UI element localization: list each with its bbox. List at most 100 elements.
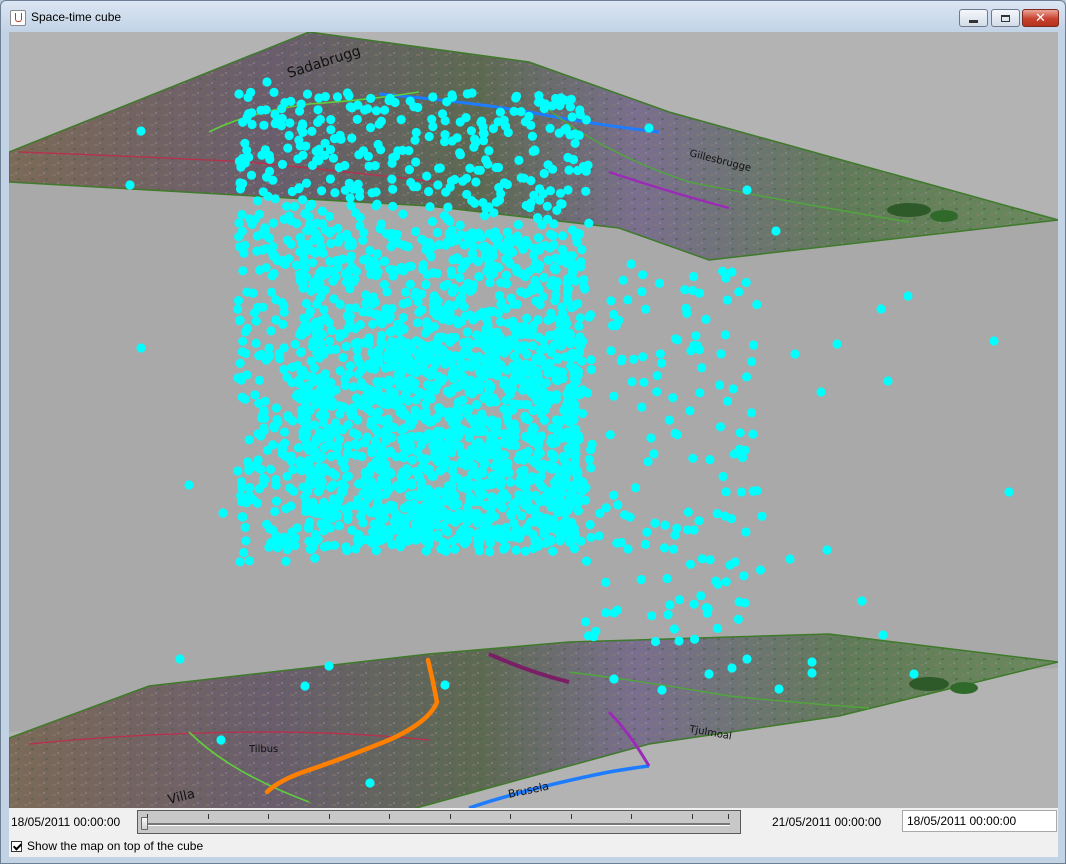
event-point xyxy=(390,361,400,371)
event-point xyxy=(274,538,284,548)
event-point xyxy=(411,127,421,138)
event-point xyxy=(417,289,427,299)
event-point xyxy=(474,272,484,282)
event-point xyxy=(267,271,277,281)
event-point xyxy=(413,318,423,328)
event-point xyxy=(344,91,354,101)
event-point xyxy=(474,437,484,447)
event-point xyxy=(543,255,553,265)
event-point xyxy=(251,338,261,348)
event-point xyxy=(347,525,357,535)
event-point xyxy=(570,276,580,286)
event-point xyxy=(551,283,561,293)
minimize-button[interactable] xyxy=(959,9,988,27)
event-point xyxy=(545,123,555,133)
event-point xyxy=(533,315,543,325)
event-point xyxy=(422,171,432,181)
event-point xyxy=(627,377,637,387)
event-point xyxy=(257,413,267,423)
event-point xyxy=(652,371,662,381)
event-point xyxy=(368,292,378,302)
event-point xyxy=(388,153,398,163)
event-point xyxy=(580,284,590,294)
event-point xyxy=(434,163,444,173)
event-point xyxy=(287,362,297,372)
event-point xyxy=(807,668,817,678)
slider-tick xyxy=(692,814,693,819)
title-bar[interactable]: Space-time cube ✕ xyxy=(1,1,1065,33)
event-point xyxy=(284,130,294,141)
event-point xyxy=(289,201,299,212)
event-point xyxy=(586,364,596,375)
event-point xyxy=(572,352,582,362)
event-point xyxy=(464,349,474,360)
event-point xyxy=(740,598,750,608)
event-point xyxy=(456,230,466,240)
time-slider[interactable] xyxy=(137,810,741,834)
event-point xyxy=(355,320,365,330)
event-point xyxy=(579,275,589,285)
event-point xyxy=(376,316,386,326)
event-point xyxy=(271,480,281,490)
event-point xyxy=(389,237,400,247)
event-point xyxy=(660,520,670,530)
event-point xyxy=(237,483,247,493)
event-point xyxy=(261,263,271,273)
event-point xyxy=(542,201,552,211)
event-point xyxy=(479,393,489,403)
event-point xyxy=(453,413,464,423)
event-point xyxy=(473,531,483,541)
event-point xyxy=(292,523,302,533)
event-point xyxy=(250,390,260,400)
event-point xyxy=(453,319,463,329)
event-point xyxy=(418,264,428,274)
current-time-field[interactable] xyxy=(902,810,1057,832)
event-point xyxy=(618,275,628,285)
time-slider-thumb[interactable] xyxy=(141,817,148,830)
event-point xyxy=(333,223,343,233)
event-point xyxy=(511,545,521,555)
maximize-button[interactable] xyxy=(991,9,1020,27)
event-point xyxy=(371,260,381,270)
event-point xyxy=(235,557,245,567)
event-point xyxy=(528,341,538,351)
event-point xyxy=(637,287,647,297)
event-point xyxy=(736,487,747,497)
event-point xyxy=(335,332,345,342)
event-point xyxy=(746,408,757,418)
event-point xyxy=(431,442,441,452)
event-point xyxy=(340,380,350,391)
event-point xyxy=(989,336,999,346)
event-point xyxy=(533,441,543,451)
event-point xyxy=(685,559,696,569)
event-point xyxy=(238,336,248,346)
cube-view[interactable]: Sadabrugg Gillesbrugge Villa Brusela Til… xyxy=(9,32,1058,808)
event-point xyxy=(319,443,330,453)
event-point xyxy=(606,296,616,306)
event-point xyxy=(237,512,247,522)
event-point xyxy=(416,440,426,450)
event-point xyxy=(237,347,247,357)
space-time-cube-canvas[interactable]: Sadabrugg Gillesbrugge Villa Brusela Til… xyxy=(9,32,1058,808)
event-point xyxy=(370,436,381,446)
event-point xyxy=(586,355,596,365)
show-map-checkbox[interactable] xyxy=(11,840,22,852)
event-point xyxy=(412,432,422,442)
event-point xyxy=(374,119,384,129)
event-point xyxy=(325,336,335,346)
event-point xyxy=(352,535,362,545)
event-point xyxy=(452,253,462,263)
event-point xyxy=(560,352,571,362)
close-button[interactable]: ✕ xyxy=(1022,9,1059,27)
event-point xyxy=(395,395,406,405)
event-point xyxy=(476,232,486,242)
event-point xyxy=(534,245,545,255)
event-point xyxy=(556,374,566,384)
event-point xyxy=(552,352,562,362)
event-point xyxy=(345,361,355,371)
event-point xyxy=(688,453,698,463)
event-point xyxy=(601,608,611,618)
show-map-checkbox-row[interactable]: Show the map on top of the cube xyxy=(11,838,203,854)
event-point xyxy=(581,186,591,196)
event-point xyxy=(365,778,375,788)
